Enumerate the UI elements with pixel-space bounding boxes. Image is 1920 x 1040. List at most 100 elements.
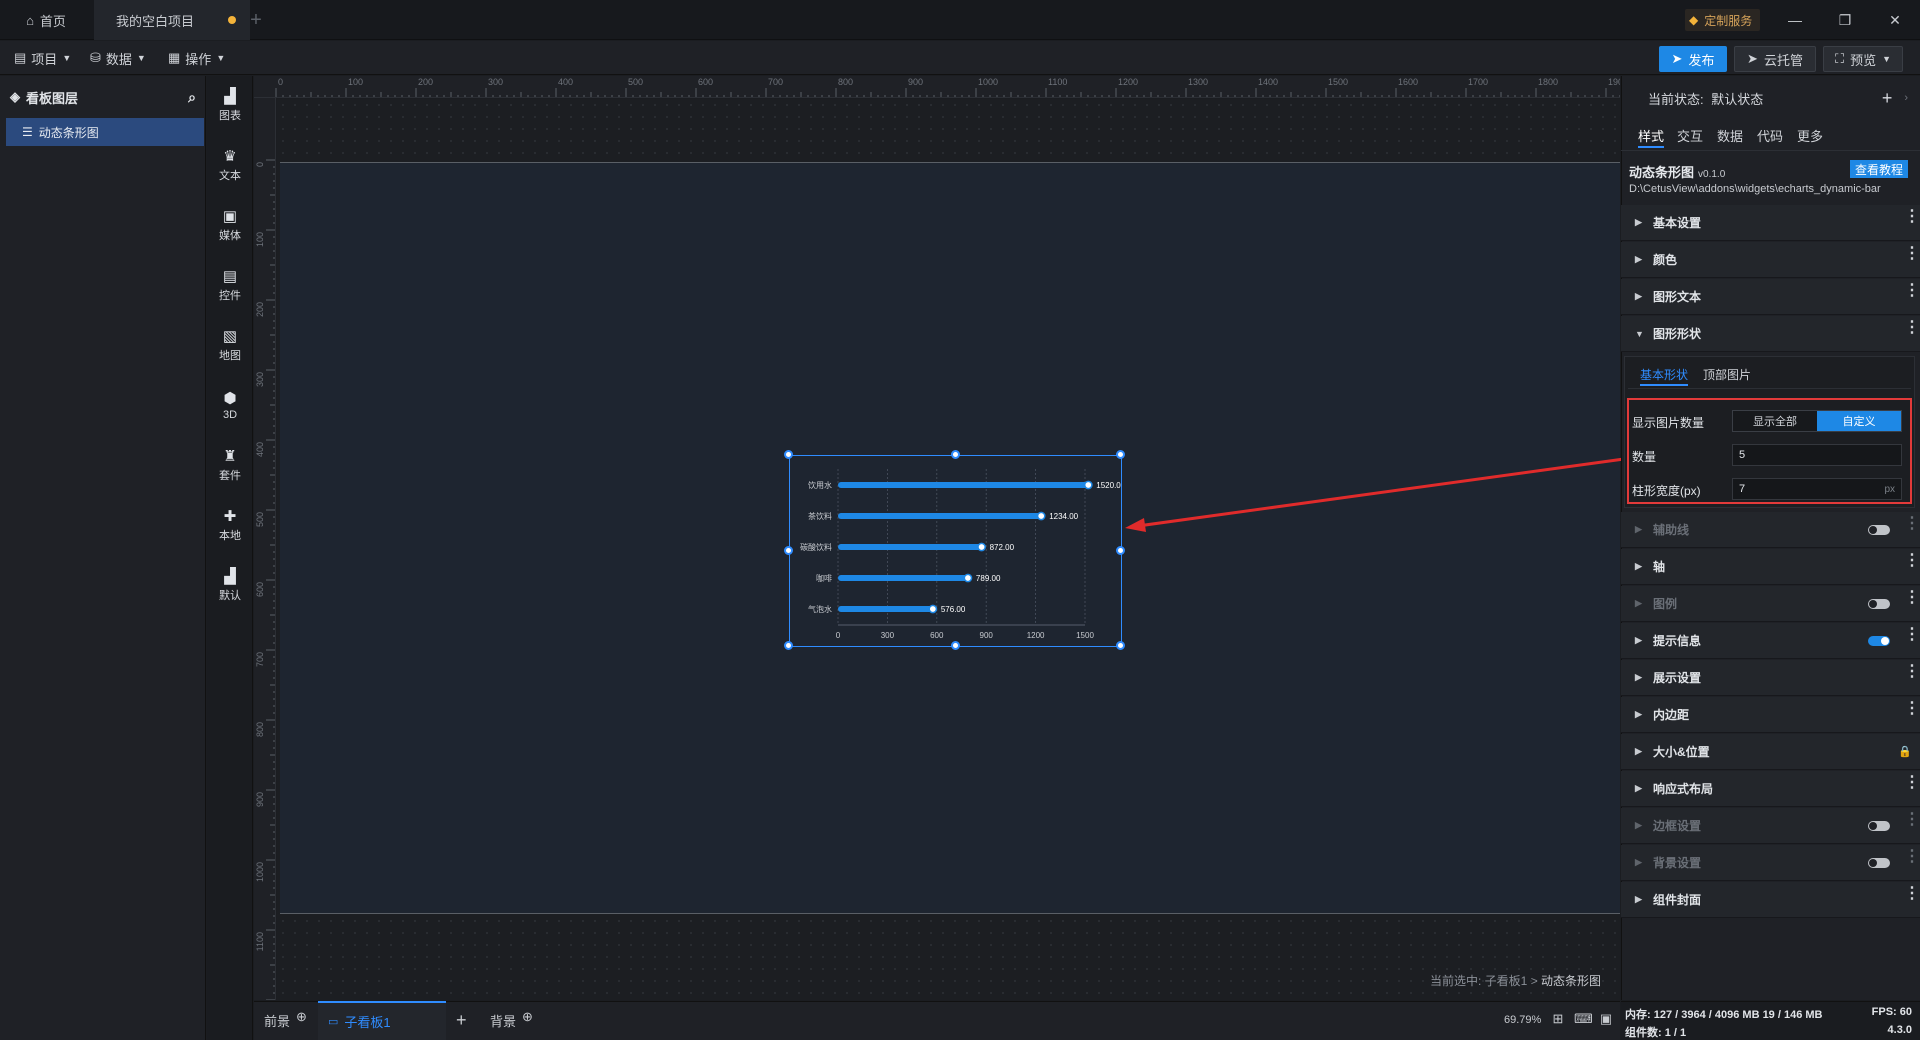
section-background[interactable]: ▶ 背景设置 ⋮ — [1621, 845, 1920, 881]
tool-map[interactable]: ▧ 地图 — [207, 322, 253, 370]
chevron-right-icon[interactable]: › — [1904, 92, 1908, 104]
tool-3d[interactable]: ⬢ 3D — [207, 382, 253, 430]
section-guide-line[interactable]: ▶ 辅助线 ⋮ — [1621, 512, 1920, 548]
close-icon[interactable]: ✕ — [1872, 0, 1918, 40]
section-graphic-shape[interactable]: ▼ 图形形状 ⋮ — [1621, 316, 1920, 352]
send-icon: ➤ — [1671, 51, 1683, 66]
menu-data[interactable]: ⛁ 数据 ▼ — [90, 46, 146, 70]
background-toggle[interactable] — [1868, 858, 1890, 868]
add-circle-icon[interactable]: ⊕ — [296, 1009, 307, 1025]
keyboard-icon[interactable]: ⌨ — [1574, 1012, 1593, 1026]
add-tab-button[interactable]: + — [244, 8, 268, 32]
menu-project[interactable]: ▤ 项目 ▼ — [14, 46, 71, 70]
minimize-icon[interactable]: — — [1772, 0, 1818, 40]
add-board-button[interactable]: + — [456, 1001, 467, 1040]
terminal-icon[interactable]: ▣ — [1598, 1012, 1614, 1026]
bar-width-label: 柱形宽度(px) — [1632, 484, 1701, 498]
more-vertical-icon[interactable]: ⋮ — [1904, 849, 1920, 865]
section-legend[interactable]: ▶ 图例 ⋮ — [1621, 586, 1920, 622]
resize-handle[interactable] — [1116, 546, 1125, 555]
tab-project[interactable]: 我的空白项目 — [94, 0, 250, 40]
tool-suite[interactable]: ♜ 套件 — [207, 442, 253, 490]
section-padding[interactable]: ▶ 内边距 ⋮ — [1621, 697, 1920, 733]
resize-handle[interactable] — [784, 450, 793, 459]
tool-text[interactable]: ♛ 文本 — [207, 142, 253, 190]
tab-home[interactable]: ⌂ 首页 — [0, 0, 92, 40]
resize-handle[interactable] — [1116, 641, 1125, 650]
section-responsive[interactable]: ▶ 响应式布局 ⋮ — [1621, 771, 1920, 807]
restore-icon[interactable]: ❐ — [1822, 0, 1868, 40]
more-vertical-icon[interactable]: ⋮ — [1904, 590, 1920, 606]
tool-label: 3D — [222, 409, 238, 421]
count-input[interactable]: 5 — [1732, 444, 1902, 466]
lock-icon[interactable]: 🔒 — [1898, 745, 1912, 758]
more-vertical-icon[interactable]: ⋮ — [1904, 283, 1920, 299]
section-graphic-text[interactable]: ▶ 图形文本 ⋮ — [1621, 279, 1920, 315]
tab-code[interactable]: 代码 — [1757, 126, 1783, 148]
fit-screen-icon[interactable]: ⊞ — [1550, 1012, 1566, 1026]
tool-media[interactable]: ▣ 媒体 — [207, 202, 253, 250]
section-tooltip[interactable]: ▶ 提示信息 ⋮ — [1621, 623, 1920, 659]
section-display[interactable]: ▶ 展示设置 ⋮ — [1621, 660, 1920, 696]
more-vertical-icon[interactable]: ⋮ — [1904, 320, 1920, 336]
tool-chart[interactable]: ▟ 图表 — [207, 82, 253, 130]
tutorial-button[interactable]: 查看教程 — [1850, 160, 1908, 178]
more-vertical-icon[interactable]: ⋮ — [1904, 246, 1920, 262]
bar-width-input[interactable]: 7 px — [1732, 478, 1902, 500]
more-vertical-icon[interactable]: ⋮ — [1904, 516, 1920, 532]
more-vertical-icon[interactable]: ⋮ — [1904, 209, 1920, 225]
resize-handle[interactable] — [784, 546, 793, 555]
more-vertical-icon[interactable]: ⋮ — [1904, 627, 1920, 643]
ruler-tick-label: 900 — [908, 77, 924, 87]
menu-operate[interactable]: ▦ 操作 ▼ — [168, 46, 225, 70]
publish-button[interactable]: ➤ 发布 — [1659, 46, 1727, 72]
tab-more[interactable]: 更多 — [1797, 126, 1823, 148]
current-state[interactable]: 当前状态: 默认状态 — [1648, 89, 1763, 108]
tool-local[interactable]: ✚ 本地 — [207, 502, 253, 550]
custom-service-button[interactable]: ◆ 定制服务 — [1685, 9, 1761, 31]
custom-option[interactable]: 自定义 — [1817, 411, 1901, 431]
show-all-option[interactable]: 显示全部 — [1733, 411, 1817, 431]
more-vertical-icon[interactable]: ⋮ — [1904, 812, 1920, 828]
legend-toggle[interactable] — [1868, 599, 1890, 609]
resize-handle[interactable] — [951, 641, 960, 650]
guide-line-toggle[interactable] — [1868, 525, 1890, 535]
more-vertical-icon[interactable]: ⋮ — [1904, 886, 1920, 902]
subtab-top-image[interactable]: 顶部图片 — [1703, 366, 1751, 386]
tab-sub-board[interactable]: ▭ 子看板1 — [318, 1001, 446, 1040]
resize-handle[interactable] — [951, 450, 960, 459]
section-cover[interactable]: ▶ 组件封面 ⋮ — [1621, 882, 1920, 918]
add-circle-icon[interactable]: ⊕ — [522, 1009, 533, 1025]
section-color[interactable]: ▶ 颜色 ⋮ — [1621, 242, 1920, 278]
tab-foreground[interactable]: 前景 ⊕ — [264, 1001, 307, 1040]
tool-default[interactable]: ▟ 默认 — [207, 562, 253, 610]
ruler-vertical: 0100200300400500600700800900100011001200 — [254, 98, 276, 1000]
preview-button[interactable]: ⛶ 预览 ▼ — [1823, 46, 1903, 72]
tooltip-toggle[interactable] — [1868, 636, 1890, 646]
section-basic[interactable]: ▶ 基本设置 ⋮ — [1621, 205, 1920, 241]
border-toggle[interactable] — [1868, 821, 1890, 831]
tool-control[interactable]: ▤ 控件 — [207, 262, 253, 310]
section-size-position[interactable]: ▶ 大小&位置 🔒 — [1621, 734, 1920, 770]
layer-item[interactable]: ☰ 动态条形图 — [6, 118, 204, 146]
cloud-hosting-button[interactable]: ➤ 云托管 — [1734, 46, 1816, 72]
more-vertical-icon[interactable]: ⋮ — [1904, 775, 1920, 791]
tab-style[interactable]: 样式 — [1638, 126, 1665, 148]
tab-interaction[interactable]: 交互 — [1677, 126, 1703, 148]
menu-bar — [0, 41, 1920, 75]
subtab-basic-shape[interactable]: 基本形状 — [1640, 366, 1689, 386]
resize-handle[interactable] — [784, 641, 793, 650]
add-state-icon[interactable]: + — [1882, 88, 1893, 109]
search-icon[interactable]: ⌕ — [188, 89, 196, 106]
tab-background[interactable]: 背景 ⊕ — [490, 1001, 533, 1040]
more-vertical-icon[interactable]: ⋮ — [1904, 701, 1920, 717]
tab-data[interactable]: 数据 — [1717, 126, 1743, 148]
more-vertical-icon[interactable]: ⋮ — [1904, 553, 1920, 569]
section-axis[interactable]: ▶ 轴 ⋮ — [1621, 549, 1920, 585]
more-vertical-icon[interactable]: ⋮ — [1904, 664, 1920, 680]
bar-chart-layer-icon: ☰ — [22, 125, 33, 139]
ruler-horizontal: 0 100 200 300 400 500 600 700 800 900 1000 1100 1200… — [254, 76, 1620, 98]
zoom-level[interactable]: 69.79% — [1504, 1014, 1541, 1026]
section-border[interactable]: ▶ 边框设置 ⋮ — [1621, 808, 1920, 844]
ruler-tick-label: 200 — [255, 302, 265, 318]
